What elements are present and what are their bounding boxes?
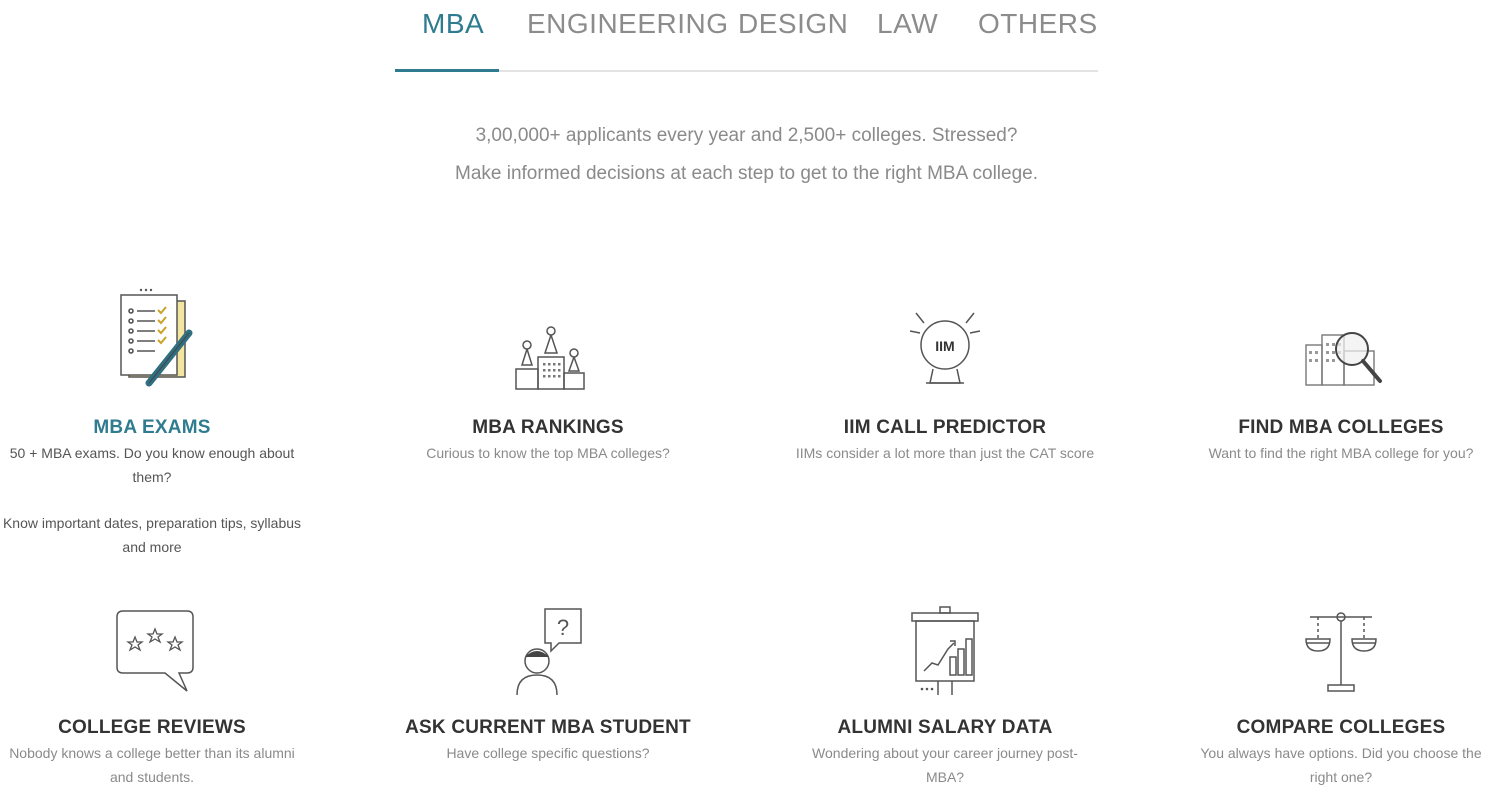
category-tabs: MBA ENGINEERING DESIGN LAW OTHERS <box>395 0 1098 72</box>
card-description: Wondering about your career journey post… <box>812 745 1078 785</box>
card-title[interactable]: IIM CALL PREDICTOR <box>795 417 1095 439</box>
tab-mba[interactable]: MBA <box>422 8 484 40</box>
card-find-mba-colleges[interactable]: FIND MBA COLLEGES Want to find the right… <box>1191 285 1491 465</box>
tagline-line-1: 3,00,000+ applicants every year and 2,50… <box>475 125 1018 146</box>
speech-stars-icon <box>2 585 302 695</box>
building-magnifier-icon <box>1191 285 1491 395</box>
balance-scale-icon <box>1191 585 1491 695</box>
card-title[interactable]: FIND MBA COLLEGES <box>1191 417 1491 439</box>
card-title[interactable]: COMPARE COLLEGES <box>1191 717 1491 739</box>
active-tab-indicator <box>395 69 499 72</box>
tab-design[interactable]: DESIGN <box>738 8 848 40</box>
card-college-reviews[interactable]: COLLEGE REVIEWS Nobody knows a college b… <box>2 585 302 789</box>
card-mba-exams[interactable]: MBA EXAMS 50 + MBA exams. Do you know en… <box>2 285 302 559</box>
checklist-pencil-icon <box>2 285 302 395</box>
card-description: 50 + MBA exams. Do you know enough about… <box>9 445 295 485</box>
card-alumni-salary-data[interactable]: ALUMNI SALARY DATA Wondering about your … <box>795 585 1095 789</box>
tab-others[interactable]: OTHERS <box>978 8 1098 40</box>
card-description: You always have options. Did you choose … <box>1200 745 1482 785</box>
tagline-line-2: Make informed decisions at each step to … <box>455 163 1038 184</box>
presentation-chart-icon <box>795 585 1095 695</box>
card-title[interactable]: ALUMNI SALARY DATA <box>795 717 1095 739</box>
crystal-ball-icon: IIM <box>795 285 1095 395</box>
card-description: Nobody knows a college better than its a… <box>9 745 295 785</box>
card-description-secondary: Know important dates, preparation tips, … <box>2 515 302 555</box>
card-title[interactable]: MBA EXAMS <box>2 417 302 439</box>
svg-text:?: ? <box>557 615 569 640</box>
card-description: Curious to know the top MBA colleges? <box>426 445 670 461</box>
svg-text:IIM: IIM <box>935 338 954 354</box>
card-title[interactable]: MBA RANKINGS <box>398 417 698 439</box>
tab-law[interactable]: LAW <box>877 8 938 40</box>
card-mba-rankings[interactable]: MBA RANKINGS Curious to know the top MBA… <box>398 285 698 465</box>
card-description: Have college specific questions? <box>446 745 650 761</box>
person-question-icon: ? <box>398 585 698 695</box>
card-iim-call-predictor[interactable]: IIM IIM CALL PREDICTOR IIMs consider a l… <box>795 285 1095 465</box>
card-ask-current-mba-student[interactable]: ? ASK CURRENT MBA STUDENT Have college s… <box>398 585 698 765</box>
card-compare-colleges[interactable]: COMPARE COLLEGES You always have options… <box>1191 585 1491 789</box>
card-title[interactable]: ASK CURRENT MBA STUDENT <box>398 717 698 739</box>
card-description: IIMs consider a lot more than just the C… <box>795 445 1095 461</box>
card-description: Want to find the right MBA college for y… <box>1208 445 1474 461</box>
tab-engineering[interactable]: ENGINEERING <box>527 8 729 40</box>
podium-trophy-icon <box>398 285 698 395</box>
card-title[interactable]: COLLEGE REVIEWS <box>2 717 302 739</box>
